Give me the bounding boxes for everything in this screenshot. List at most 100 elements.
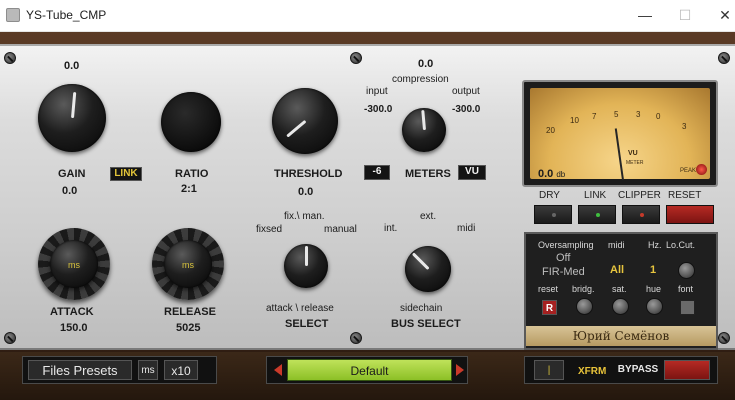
xfrm-label: XFRM (578, 360, 606, 380)
led-icon (596, 213, 600, 217)
bridg-knob[interactable] (576, 298, 593, 315)
attack-label: ATTACK (50, 306, 94, 318)
link-switch-label: LINK (584, 190, 607, 201)
locut-label: Lo.Cut. (666, 240, 696, 250)
release-unit: ms (182, 260, 194, 271)
screw-icon (350, 52, 362, 64)
gain-knob[interactable] (38, 84, 106, 152)
gain-label: GAIN (58, 168, 86, 180)
close-button[interactable]: ✕ (710, 4, 735, 26)
screw-icon (718, 52, 730, 64)
author-signature: Юрий Семёнов (526, 326, 716, 346)
bus-midi-label: midi (457, 223, 476, 234)
input-label: input (366, 86, 388, 97)
threshold-value: 0.0 (298, 186, 314, 198)
xfrm-toggle[interactable]: | (534, 360, 564, 380)
select-manual-label: manual (324, 224, 357, 235)
attack-unit: ms (68, 260, 80, 271)
oversampling-value[interactable]: Off (556, 252, 570, 264)
font-label: font (678, 284, 694, 294)
reset-r-button[interactable]: R (542, 300, 557, 315)
font-button[interactable] (680, 300, 695, 315)
vu-db-readout: 0.0 db (538, 168, 565, 180)
maximize-button[interactable]: ☐ (670, 4, 700, 26)
vu-scale-label: 5 (614, 110, 619, 119)
app-icon (6, 8, 20, 22)
sidechain-label: sidechain (400, 303, 443, 314)
threshold-knob[interactable] (272, 88, 338, 154)
vu-logo-sub: METER (626, 160, 644, 166)
window-titlebar: YS-Tube_CMP — ☐ ✕ (0, 0, 735, 32)
knob-pointer (420, 109, 426, 131)
screw-icon (718, 332, 730, 344)
next-preset-arrow-icon[interactable] (456, 364, 464, 376)
x10-button[interactable]: x10 (164, 360, 198, 380)
bridg-label: bridg. (572, 284, 595, 294)
input-value: -300.0 (364, 104, 393, 115)
bus-select-knob[interactable] (405, 246, 451, 292)
hue-label: hue (646, 284, 662, 294)
attack-knob-cap: ms (50, 240, 98, 288)
bypass-button[interactable] (664, 360, 710, 380)
prev-preset-arrow-icon[interactable] (274, 364, 282, 376)
reset-label: RESET (668, 190, 702, 201)
vu-scale-label: 7 (592, 112, 597, 121)
meters-selector-knob[interactable] (402, 108, 446, 152)
select-knob[interactable] (284, 244, 328, 288)
vu-scale-label: 3 (636, 110, 641, 119)
hz-value[interactable]: 1 (650, 264, 656, 276)
meters-label: METERS (405, 168, 451, 180)
minimize-button[interactable]: — (630, 4, 660, 26)
gain-value: 0.0 (62, 185, 78, 197)
fir-value[interactable]: FIR-Med (542, 266, 585, 278)
bus-int-label: int. (384, 223, 398, 234)
vu-scale-label: 3 (682, 122, 687, 131)
files-presets-button[interactable]: Files Presets (28, 360, 132, 380)
vu-button[interactable]: VU (458, 165, 486, 180)
reset-option-label: reset (538, 284, 559, 294)
vu-meter-face: 20 10 7 5 3 0 3 VU METER 0.0 db PEAK (530, 88, 710, 181)
select-fixsed-label: fixsed (256, 224, 283, 235)
peak-led-icon (696, 164, 707, 175)
screw-icon (350, 332, 362, 344)
midi-channel-value[interactable]: All (610, 264, 624, 276)
link-toggle[interactable]: LINK (110, 167, 142, 181)
gain-top-value: 0.0 (64, 60, 80, 72)
vu-peak-label: PEAK (680, 168, 697, 174)
vu-logo-text: VU (628, 150, 638, 157)
preset-name-display[interactable]: Default (287, 359, 452, 381)
screw-icon (4, 52, 16, 64)
knob-pointer (285, 119, 306, 138)
release-label: RELEASE (164, 306, 216, 318)
locut-knob[interactable] (678, 262, 695, 279)
clipper-switch[interactable] (622, 205, 660, 224)
minus6-button[interactable]: -6 (364, 165, 390, 180)
vu-needle (614, 128, 624, 181)
link-switch[interactable] (578, 205, 616, 224)
release-knob[interactable]: ms (152, 228, 224, 300)
led-icon (552, 213, 556, 217)
release-knob-cap: ms (164, 240, 212, 288)
vu-meter: 20 10 7 5 3 0 3 VU METER 0.0 db PEAK (522, 80, 718, 187)
ms-button[interactable]: ms (138, 360, 158, 380)
hue-knob[interactable] (646, 298, 663, 315)
dry-label: DRY (539, 190, 560, 201)
reset-switch[interactable] (666, 205, 714, 224)
sat-knob[interactable] (612, 298, 629, 315)
release-value: 5025 (176, 322, 201, 334)
ratio-knob[interactable] (161, 92, 221, 152)
knob-pointer (411, 252, 430, 271)
midi-channel-label: midi (608, 240, 625, 250)
attack-knob[interactable]: ms (38, 228, 110, 300)
dry-switch[interactable] (534, 205, 572, 224)
window-title: YS-Tube_CMP (26, 8, 107, 22)
knob-pointer (70, 91, 76, 119)
select-fixman-label: fix.\ man. (284, 211, 325, 222)
bus-select-label: BUS SELECT (391, 318, 461, 330)
compression-label: compression (392, 74, 449, 85)
options-panel: Oversampling midi Hz. Lo.Cut. Off FIR-Me… (524, 232, 718, 350)
oversampling-label: Oversampling (538, 240, 594, 250)
vu-db-value: 0.0 (538, 168, 554, 180)
vu-db-unit: db (556, 170, 566, 179)
ratio-value: 2:1 (181, 183, 197, 195)
